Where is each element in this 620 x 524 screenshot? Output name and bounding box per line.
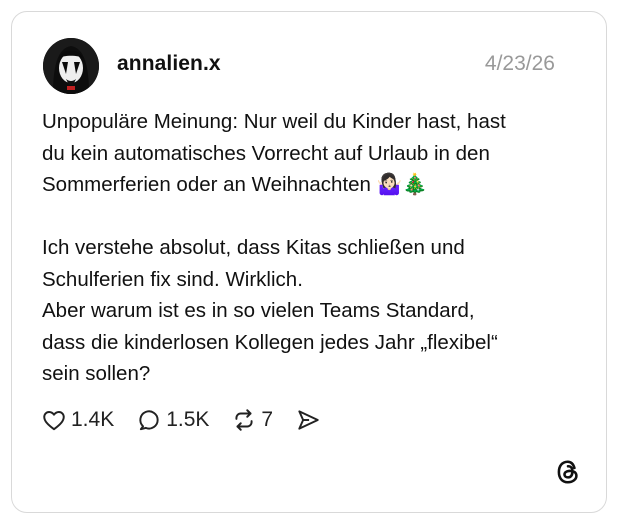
repost-count: 7 bbox=[261, 408, 274, 431]
post-line: sein sollen? bbox=[42, 362, 151, 385]
repost-button[interactable]: 7 bbox=[231, 407, 273, 433]
share-icon bbox=[295, 407, 321, 433]
post-line: Schulferien fix sind. Wirklich. bbox=[42, 267, 303, 291]
action-bar: 1.4K 1.5K 7 bbox=[41, 407, 343, 433]
share-button[interactable] bbox=[295, 407, 321, 433]
like-button[interactable]: 1.4K bbox=[41, 407, 114, 433]
post-line: Unpopuläre Meinung: Nur weil du Kinder h… bbox=[42, 110, 506, 133]
post-line: Sommerferien oder an Weihnachten 🤷🏻‍♀️🎄 bbox=[42, 173, 428, 196]
username[interactable]: annalien.x bbox=[117, 52, 221, 76]
heart-icon bbox=[41, 407, 67, 433]
like-count: 1.4K bbox=[71, 408, 115, 431]
reply-count: 1.5K bbox=[166, 408, 210, 431]
post-line: Aber warum ist es in so vielen Teams Sta… bbox=[42, 299, 475, 322]
repost-icon bbox=[231, 407, 257, 433]
avatar[interactable] bbox=[43, 38, 99, 94]
threads-logo-icon[interactable] bbox=[554, 458, 582, 486]
post-body: Unpopuläre Meinung: Nur weil du Kinder h… bbox=[42, 106, 582, 390]
post-line: Ich verstehe absolut, dass Kitas schließ… bbox=[42, 236, 465, 259]
reply-icon bbox=[136, 407, 162, 433]
post-line: du kein automatisches Vorrecht auf Urlau… bbox=[42, 141, 490, 165]
post-card[interactable]: annalien.x 4/23/26 Unpopuläre Meinung: N… bbox=[11, 11, 607, 513]
post-date: 4/23/26 bbox=[484, 52, 555, 75]
reply-button[interactable]: 1.5K bbox=[136, 407, 209, 433]
post-line: dass die kinderlosen Kollegen jedes Jahr… bbox=[42, 330, 498, 354]
